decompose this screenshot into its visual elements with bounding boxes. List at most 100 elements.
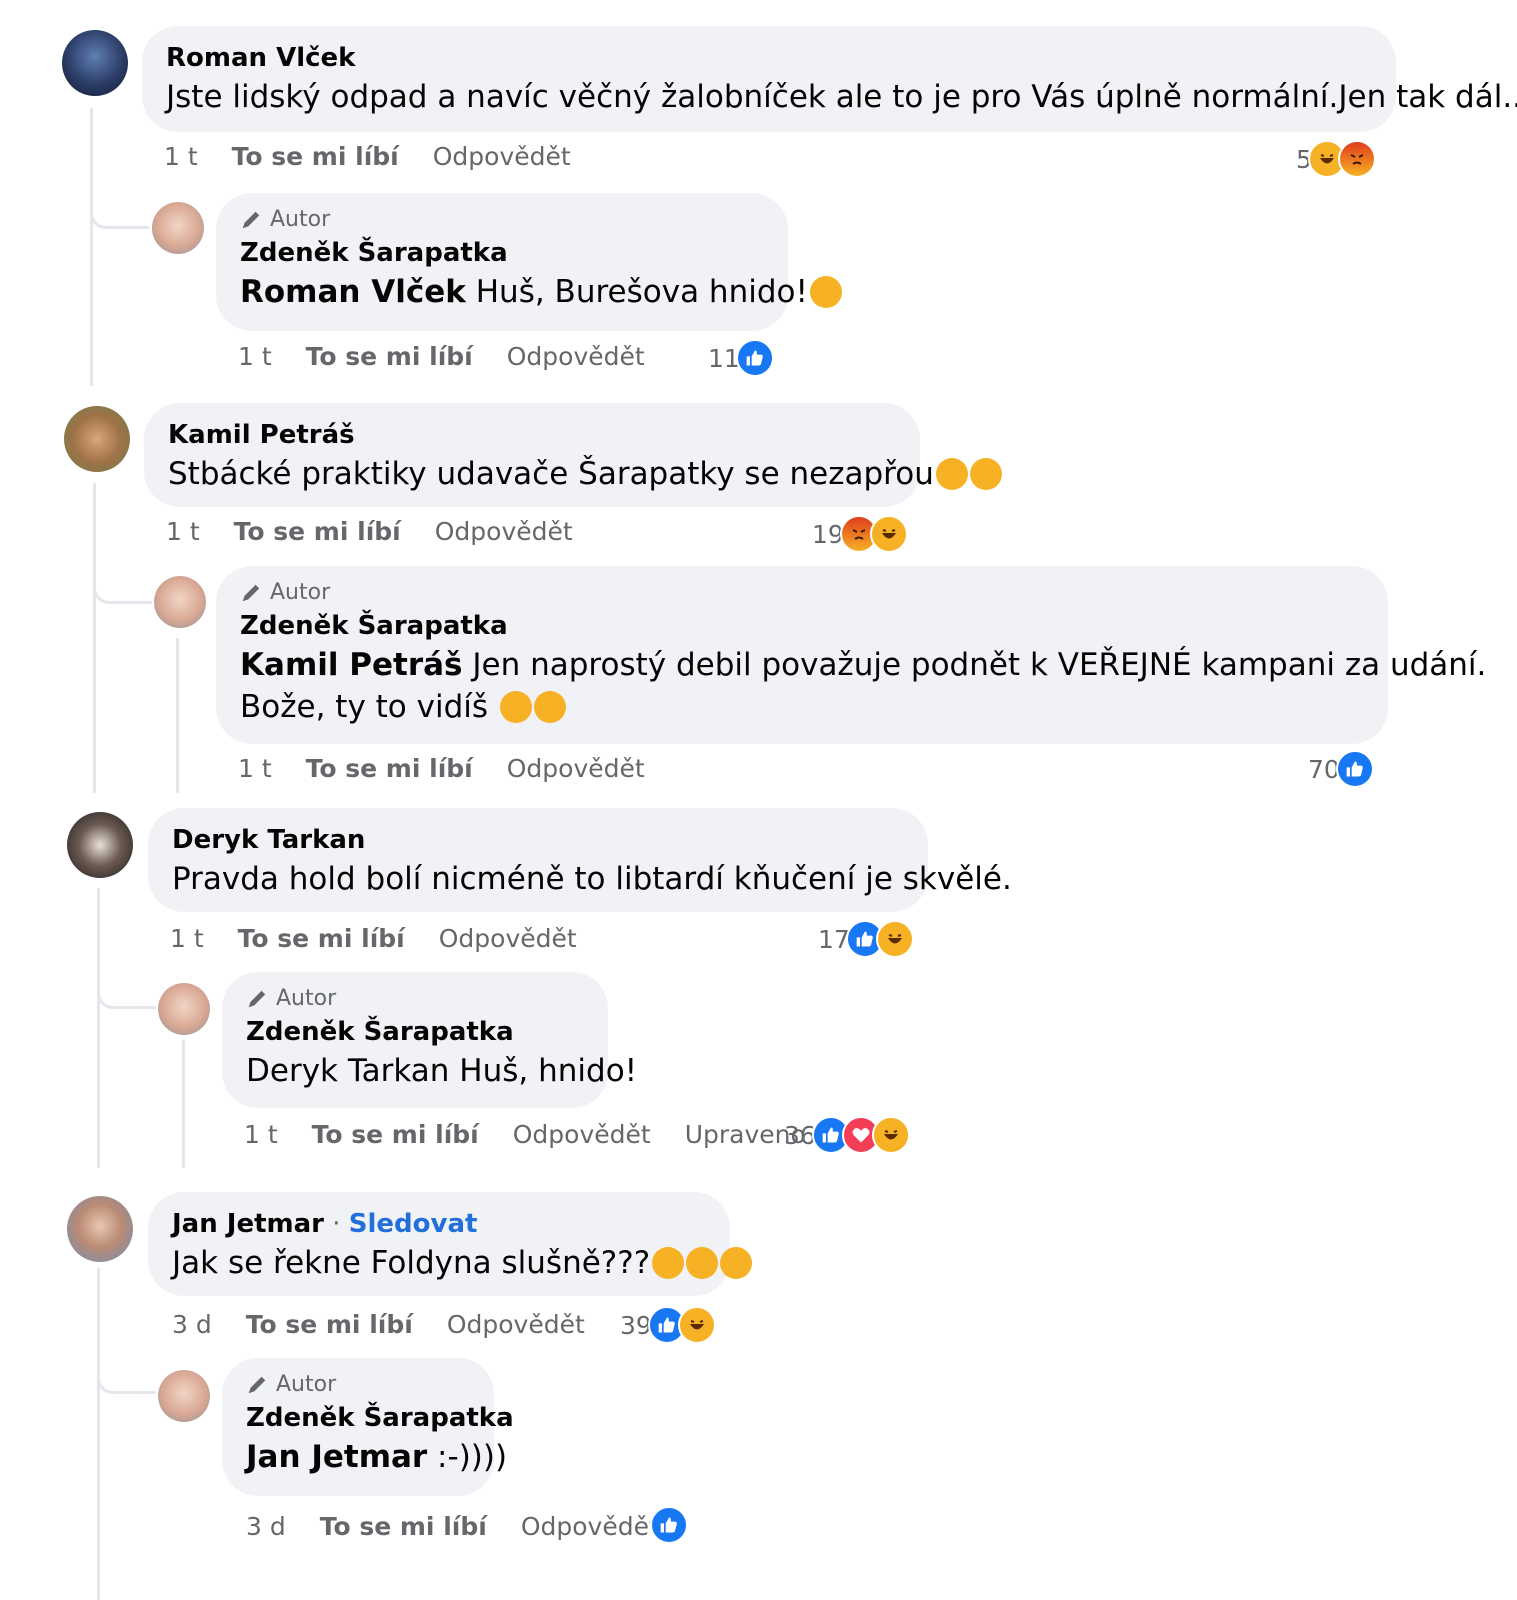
thread-line	[176, 638, 179, 793]
reaction-summary[interactable]: 39	[620, 1306, 716, 1344]
pen-icon	[248, 990, 266, 1008]
comment-actions: 1 t To se mi líbí Odpovědět	[238, 342, 679, 371]
comment-time[interactable]: 1 t	[238, 754, 272, 783]
comment-bubble: Kamil Petráš Stbácké praktiky udavače Ša…	[144, 403, 1002, 507]
author-badge: Autor	[240, 205, 764, 235]
thread-line	[90, 108, 93, 386]
thinking-emoji-icon	[652, 1247, 685, 1279]
reply-button[interactable]: Odpovědět	[521, 1512, 659, 1541]
rofl-emoji-icon	[809, 276, 842, 308]
comment-bubble: Deryk Tarkan Pravda hold bolí nicméně to…	[148, 808, 1012, 912]
reply-bubble: Autor Zdeněk Šarapatka Kamil Petráš Jen …	[216, 566, 1486, 744]
avatar[interactable]	[152, 202, 204, 254]
avatar[interactable]	[67, 812, 133, 878]
comment-actions: 1 t To se mi líbí Odpovědět	[238, 754, 679, 783]
comment-author[interactable]: Kamil Petráš	[168, 417, 896, 453]
comment-time[interactable]: 1 t	[244, 1120, 278, 1149]
separator-dot: ·	[323, 1209, 349, 1239]
avatar[interactable]	[67, 1196, 133, 1262]
comment-author[interactable]: Roman Vlček	[166, 40, 1372, 76]
reply-connector	[97, 1345, 156, 1394]
reply-bubble: Autor Zdeněk Šarapatka Deryk Tarkan Huš,…	[222, 972, 637, 1108]
mention[interactable]: Kamil Petráš	[240, 647, 463, 683]
comment-author[interactable]: Zdeněk Šarapatka	[240, 235, 764, 271]
comment-time[interactable]: 1 t	[166, 517, 200, 546]
comment-text-body: Bože, ty to vidíš	[240, 689, 498, 725]
like-button[interactable]: To se mi líbí	[238, 924, 405, 953]
reaction-summary[interactable]	[650, 1506, 688, 1544]
comment-text-body: Stbácké praktiky udavače Šarapatky se ne…	[168, 456, 934, 492]
comment-author[interactable]: Zdeněk Šarapatka	[246, 1400, 514, 1436]
comment-author[interactable]: Zdeněk Šarapatka	[246, 1014, 584, 1050]
reply-bubble: Autor Zdeněk Šarapatka Jan Jetmar :-))))	[222, 1358, 514, 1496]
like-button[interactable]: To se mi líbí	[232, 142, 399, 171]
thread-line	[93, 483, 96, 793]
mention[interactable]: Jan Jetmar	[246, 1439, 427, 1475]
avatar[interactable]	[62, 30, 128, 96]
angry-icon	[1337, 140, 1376, 178]
comment-text: Pravda hold bolí nicméně to libtardí kňu…	[172, 861, 1012, 897]
comment-actions: 3 d To se mi líbí Odpovědět	[246, 1512, 693, 1541]
like-icon	[1335, 750, 1374, 788]
follow-link[interactable]: Sledovat	[349, 1209, 478, 1239]
haha-icon	[875, 920, 914, 958]
comment-actions: 1 t To se mi líbí Odpovědět	[170, 924, 611, 953]
reply-button[interactable]: Odpovědět	[513, 1120, 651, 1149]
haha-icon	[871, 1116, 910, 1154]
reply-bubble: Autor Zdeněk Šarapatka Roman Vlček Huš, …	[216, 193, 842, 331]
comment-time[interactable]: 3 d	[246, 1512, 286, 1541]
comment-text-body: Huš, Burešova hnido!	[465, 274, 808, 310]
like-button[interactable]: To se mi líbí	[312, 1120, 479, 1149]
comment-actions: 1 t To se mi líbí Odpovědět	[166, 517, 607, 546]
thread-line	[97, 888, 100, 1168]
thread-line	[182, 1040, 185, 1168]
reply-button[interactable]: Odpovědět	[507, 342, 645, 371]
comment-time[interactable]: 3 d	[172, 1310, 212, 1339]
comment-author[interactable]: Deryk Tarkan	[172, 822, 904, 858]
avatar[interactable]	[158, 983, 210, 1035]
reply-button[interactable]: Odpovědět	[435, 517, 573, 546]
comment-text: Roman Vlček Huš, Burešova hnido!	[240, 271, 842, 313]
like-button[interactable]: To se mi líbí	[306, 342, 473, 371]
reaction-summary[interactable]: 5	[1296, 140, 1376, 178]
comment-bubble: Roman Vlček Jste lidský odpad a navíc vě…	[142, 26, 1517, 132]
comment-author[interactable]: Zdeněk Šarapatka	[240, 608, 1364, 644]
haha-icon	[677, 1306, 716, 1344]
laughing-emoji-icon	[969, 458, 1002, 490]
like-button[interactable]: To se mi líbí	[320, 1512, 487, 1541]
pen-icon	[248, 1376, 266, 1394]
mention[interactable]: Roman Vlček	[240, 274, 466, 310]
laughing-emoji-icon	[935, 458, 968, 490]
reaction-summary[interactable]: 70	[1308, 750, 1374, 788]
reaction-summary[interactable]: 19	[812, 515, 908, 553]
reaction-summary[interactable]: 17	[818, 920, 914, 958]
like-icon	[650, 1506, 688, 1544]
thinking-emoji-icon	[686, 1247, 719, 1279]
reply-button[interactable]: Odpovědět	[433, 142, 571, 171]
reply-button[interactable]: Odpovědět	[507, 754, 645, 783]
comment-time[interactable]: 1 t	[170, 924, 204, 953]
comment-time[interactable]: 1 t	[164, 142, 198, 171]
reply-button[interactable]: Odpovědět	[439, 924, 577, 953]
comment-text-body: :-))))	[427, 1439, 508, 1475]
reply-button[interactable]: Odpovědět	[447, 1310, 585, 1339]
haha-icon	[869, 515, 908, 553]
avatar[interactable]	[64, 406, 130, 472]
pen-icon	[242, 584, 260, 602]
avatar[interactable]	[154, 576, 206, 628]
thinking-emoji-icon	[720, 1247, 753, 1279]
reaction-summary[interactable]: 36	[784, 1116, 910, 1154]
avatar[interactable]	[158, 1370, 210, 1422]
reaction-summary[interactable]: 11	[708, 339, 774, 377]
like-button[interactable]: To se mi líbí	[246, 1310, 413, 1339]
comment-text: Jan Jetmar :-))))	[246, 1436, 507, 1478]
comment-author[interactable]: Jan Jetmar	[172, 1209, 324, 1239]
comment-actions: 1 t To se mi líbí Odpovědět	[164, 142, 605, 171]
comment-text: Jste lidský odpad a navíc věčný žalobníč…	[166, 79, 1517, 115]
author-badge: Autor	[240, 578, 1364, 608]
like-button[interactable]: To se mi líbí	[234, 517, 401, 546]
comment-text-body: Jen naprostý debil považuje podnět k VEŘ…	[462, 647, 1487, 683]
comment-text-line2: Bože, ty to vidíš	[240, 686, 1364, 728]
like-button[interactable]: To se mi líbí	[306, 754, 473, 783]
comment-time[interactable]: 1 t	[238, 342, 272, 371]
